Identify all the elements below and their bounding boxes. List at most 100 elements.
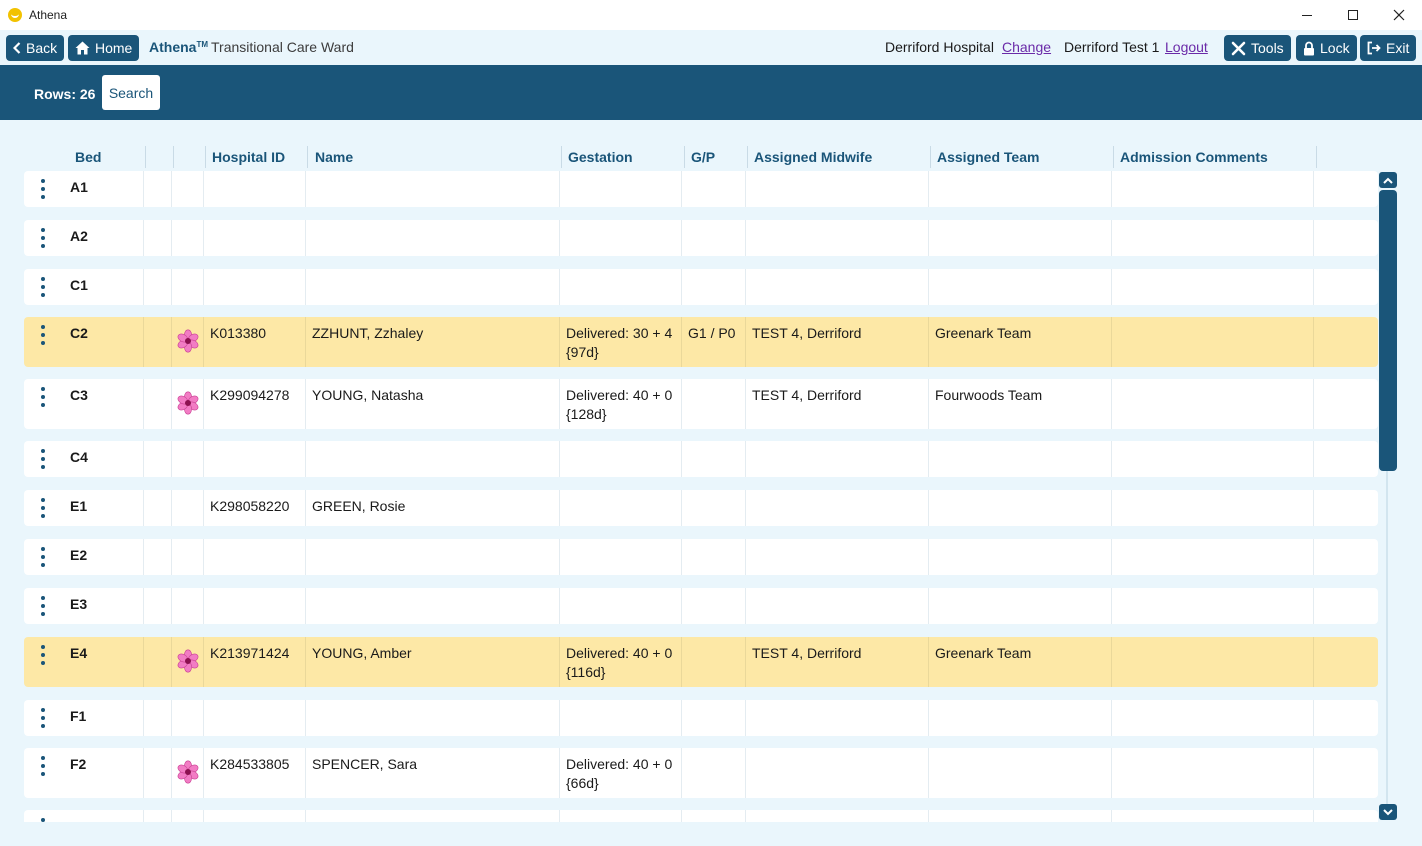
table-row[interactable]: F1 — [24, 700, 1378, 736]
scrollbar-thumb[interactable] — [1379, 190, 1397, 471]
midwife-cell — [746, 810, 929, 822]
close-button[interactable] — [1376, 0, 1422, 30]
blank-cell — [144, 810, 172, 822]
hospital-id-cell — [204, 810, 306, 822]
search-button[interactable]: Search — [102, 75, 160, 110]
gp-cell — [682, 441, 746, 477]
table-row[interactable]: A2 — [24, 220, 1378, 256]
flag-cell — [172, 810, 204, 822]
vertical-dots-icon — [41, 547, 46, 569]
maximize-button[interactable] — [1330, 0, 1376, 30]
flag-cell — [172, 490, 204, 526]
logout-link[interactable]: Logout — [1165, 39, 1208, 55]
gestation-cell — [560, 700, 682, 736]
lock-label: Lock — [1320, 40, 1350, 56]
hospital-name: Derriford Hospital — [885, 39, 994, 55]
table-row[interactable]: A1 — [24, 171, 1378, 207]
comments-cell — [1112, 171, 1314, 207]
table-row[interactable]: E2 — [24, 539, 1378, 575]
table-row[interactable]: C1 — [24, 269, 1378, 305]
team-cell — [929, 490, 1112, 526]
table-row[interactable]: E1 K298058220 GREEN, Rosie — [24, 490, 1378, 526]
table-row[interactable]: F2 K284533805 SPENCER, Sara Delivered: 40 +… — [24, 748, 1378, 798]
vertical-dots-icon — [41, 387, 46, 409]
bed-cell: E4 — [64, 637, 144, 687]
team-cell — [929, 588, 1112, 624]
exit-button[interactable]: Exit — [1360, 35, 1417, 61]
scroll-up-button[interactable] — [1379, 172, 1397, 188]
row-menu-button[interactable] — [24, 269, 64, 305]
hospital-id-cell: K213971424 — [204, 637, 306, 687]
name-cell: ZZHUNT, Zzhaley — [306, 317, 560, 367]
gestation-line: Delivered: 40 + 0 — [566, 756, 673, 772]
pink-flower-icon — [177, 649, 199, 673]
lock-button[interactable]: Lock — [1296, 35, 1357, 61]
name-cell: SPENCER, Sara — [306, 748, 560, 798]
bed-cell: C4 — [64, 441, 144, 477]
scrollbar-track[interactable] — [1386, 471, 1388, 804]
row-menu-button[interactable] — [24, 490, 64, 526]
row-menu-button[interactable] — [24, 588, 64, 624]
column-header-assigned-team[interactable]: Assigned Team — [931, 146, 1114, 168]
table-row[interactable]: C4 — [24, 441, 1378, 477]
comments-cell — [1112, 220, 1314, 256]
hospital-id-cell: K299094278 — [204, 379, 306, 429]
column-header-gestation[interactable]: Gestation — [562, 146, 685, 168]
comments-cell — [1112, 490, 1314, 526]
table-row[interactable]: E4 K213971424 YOUNG, Amber Delivered: 40 + … — [24, 637, 1378, 687]
blank-cell — [144, 171, 172, 207]
comments-cell — [1112, 637, 1314, 687]
gestation-cell — [560, 220, 682, 256]
column-header-name[interactable]: Name — [309, 146, 562, 168]
row-menu-button[interactable] — [24, 171, 64, 207]
row-menu-button[interactable] — [24, 441, 64, 477]
back-button[interactable]: Back — [6, 35, 65, 61]
gestation-days: {97d} — [566, 344, 599, 360]
home-button[interactable]: Home — [68, 35, 140, 61]
gestation-days: {128d} — [566, 406, 607, 422]
column-header-bed[interactable]: Bed — [69, 146, 146, 168]
row-menu-button[interactable] — [24, 379, 64, 429]
bed-cell: C3 — [64, 379, 144, 429]
bed-cell: E1 — [64, 490, 144, 526]
flag-cell — [172, 588, 204, 624]
table-row[interactable]: C2 K013380 ZZHUNT, Zzhaley Delivered: 30 + … — [24, 317, 1378, 367]
row-menu-button[interactable] — [24, 539, 64, 575]
midwife-cell — [746, 588, 929, 624]
table-row[interactable]: E3 — [24, 588, 1378, 624]
gp-cell — [682, 700, 746, 736]
tools-button[interactable]: Tools — [1224, 35, 1291, 61]
row-menu-button[interactable] — [24, 220, 64, 256]
team-cell: Fourwoods Team — [929, 379, 1112, 429]
vertical-dots-icon — [41, 645, 46, 667]
home-icon — [75, 41, 90, 55]
maximize-icon — [1348, 10, 1358, 20]
row-menu-button[interactable] — [24, 748, 64, 798]
row-menu-button[interactable] — [24, 810, 64, 822]
column-header-gp[interactable]: G/P — [685, 146, 748, 168]
column-header-blank-1 — [146, 146, 174, 168]
column-header-assigned-midwife[interactable]: Assigned Midwife — [748, 146, 931, 168]
change-hospital-link[interactable]: Change — [1002, 39, 1051, 55]
blank-cell — [144, 269, 172, 305]
vertical-dots-icon — [41, 498, 46, 520]
table-row[interactable] — [24, 810, 1378, 822]
scroll-down-button[interactable] — [1379, 804, 1397, 820]
row-menu-button[interactable] — [24, 700, 64, 736]
minimize-button[interactable] — [1284, 0, 1330, 30]
team-cell — [929, 539, 1112, 575]
row-menu-button[interactable] — [24, 637, 64, 687]
column-header-hospital-id[interactable]: Hospital ID — [206, 146, 308, 168]
name-cell — [306, 171, 560, 207]
hospital-id-cell — [204, 220, 306, 256]
gestation-cell — [560, 269, 682, 305]
search-bar: Rows: 26 Search — [0, 65, 1422, 120]
column-header-admission-comments[interactable]: Admission Comments — [1114, 146, 1317, 168]
comments-cell — [1112, 810, 1314, 822]
vertical-dots-icon — [41, 449, 46, 471]
row-menu-button[interactable] — [24, 317, 64, 367]
bed-table-body: A1 A2 C1 C2 K013380 ZZHUNT, Zzhaley Delivered:… — [24, 171, 1378, 822]
table-row[interactable]: C3 K299094278 YOUNG, Natasha Delivered: 40 … — [24, 379, 1378, 429]
tools-icon — [1231, 41, 1246, 55]
blank-cell — [144, 220, 172, 256]
